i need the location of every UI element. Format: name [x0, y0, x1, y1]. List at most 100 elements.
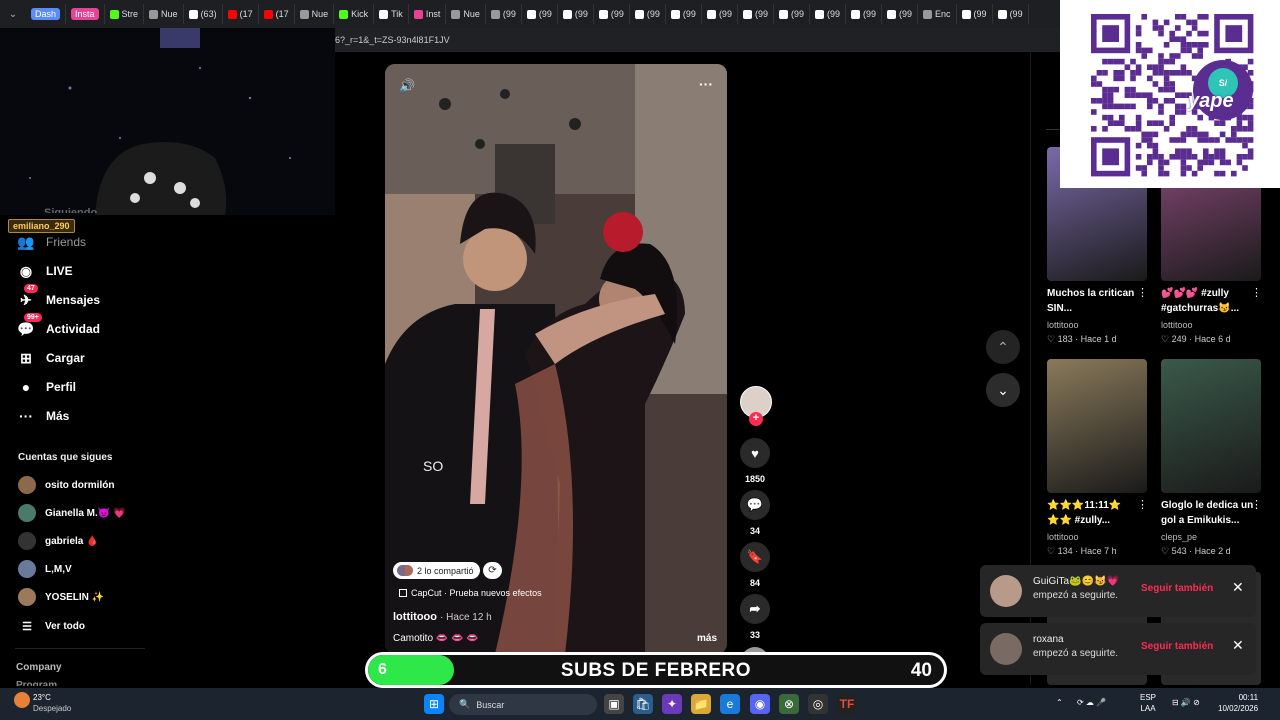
following-account[interactable]: gabriela 🩸 — [18, 532, 99, 550]
file-explorer-icon[interactable]: 📁 — [691, 694, 711, 714]
browser-tab[interactable]: (99 — [486, 4, 522, 24]
following-account[interactable]: osito dormilón — [18, 476, 114, 494]
browser-tab[interactable]: Nue — [295, 4, 335, 24]
kebab-menu-icon[interactable]: ⋮ — [1251, 286, 1262, 299]
recommended-video-thumbnail[interactable] — [1161, 359, 1261, 493]
recommended-video-caption[interactable]: Muchos la critican SIN... — [1047, 286, 1147, 316]
effect-link[interactable]: CapCut · Prueba nuevos efectos — [399, 588, 542, 598]
follow-back-button[interactable]: Seguir también — [1141, 641, 1213, 652]
author-avatar-button[interactable]: + — [740, 386, 772, 426]
tray-chevron-up-icon[interactable]: ⌃ — [1056, 697, 1063, 708]
sidebar-item-actividad[interactable]: 💬 99+ Actividad — [16, 313, 100, 339]
following-account[interactable]: Gianella M.👿 💗 — [18, 504, 125, 522]
follow-back-button[interactable]: Seguir también — [1141, 583, 1213, 594]
kick-icon — [339, 9, 349, 19]
store-icon[interactable]: 🛍 — [633, 694, 653, 714]
recommended-video-caption[interactable]: ⭐⭐⭐11:11⭐ ⭐⭐ #zully... — [1047, 498, 1147, 528]
close-icon[interactable]: ✕ — [1232, 637, 1244, 654]
following-account[interactable]: L,M,V — [18, 560, 72, 578]
tab-list-chevron-icon[interactable]: ⌄ — [0, 9, 26, 20]
program-link[interactable]: Program — [16, 680, 57, 686]
tray-icons[interactable]: ⟳ ☁ 🎤 — [1077, 697, 1106, 708]
browser-tab[interactable]: (99 — [957, 4, 993, 24]
weather-icon[interactable] — [14, 692, 30, 708]
sidebar-item-friends[interactable]: 👥 Friends — [16, 232, 86, 252]
browser-tab[interactable]: (99 — [666, 4, 702, 24]
browser-tab[interactable]: (99 — [738, 4, 774, 24]
browser-tab[interactable]: Dash — [26, 4, 67, 24]
comment-button[interactable]: 💬 34 — [740, 490, 770, 536]
browser-tab[interactable]: Inst — [409, 4, 447, 24]
previous-video-chevron-up-icon[interactable]: ⌃ — [986, 330, 1020, 364]
taskbar-search[interactable]: 🔍 Buscar — [449, 694, 597, 715]
browser-tab[interactable]: Nue — [446, 4, 486, 24]
company-link[interactable]: Company — [16, 662, 62, 673]
browser-tab[interactable]: (99 — [993, 4, 1029, 24]
network-volume-icons[interactable]: ⊟ 🔊 ⊘ — [1172, 697, 1200, 708]
shared-chip[interactable]: 2 lo compartió — [393, 562, 480, 579]
browser-tab[interactable]: (63) — [184, 4, 223, 24]
browser-tab[interactable]: (99 — [630, 4, 666, 24]
browser-tab[interactable]: (99 — [774, 4, 810, 24]
browser-tab[interactable]: Nue — [144, 4, 184, 24]
browser-tab[interactable]: (99 — [558, 4, 594, 24]
browser-tab[interactable]: Tik — [374, 4, 409, 24]
author-name[interactable]: lottitooo — [393, 611, 437, 623]
language-indicator[interactable]: ESP LAA — [1140, 692, 1156, 714]
tikfinity-icon[interactable]: TF — [837, 694, 857, 714]
recommended-video-user[interactable]: lottitooo — [1047, 320, 1079, 330]
kebab-menu-icon[interactable]: ⋮ — [1137, 286, 1148, 299]
volume-icon[interactable]: 🔊 — [399, 78, 415, 94]
sidebar-item-live[interactable]: ◉ LIVE — [16, 261, 73, 281]
browser-tab[interactable]: (99 — [810, 4, 846, 24]
save-button[interactable]: 🔖 84 — [740, 542, 770, 588]
recommended-video-user[interactable]: cleps_pe — [1161, 532, 1197, 542]
follow-plus-icon[interactable]: + — [749, 412, 763, 426]
share-button[interactable]: ➦ 33 — [740, 594, 770, 640]
browser-tab[interactable]: Enc — [918, 4, 957, 24]
more-options-icon[interactable]: ··· — [699, 76, 713, 92]
browser-tab[interactable]: Stre — [105, 4, 145, 24]
xbox-icon[interactable]: ⊗ — [779, 694, 799, 714]
page-icon — [490, 9, 500, 19]
address-bar[interactable]: 6?_r=1&_t=ZS-93n4l81F1JV — [335, 28, 1060, 52]
sidebar-item-mensajes[interactable]: ✈ 47 Mensajes — [16, 284, 100, 310]
browser-tab[interactable]: Insta — [66, 4, 105, 24]
browser-tab[interactable]: (17 — [259, 4, 295, 24]
recommended-video-user[interactable]: lottitooo — [1047, 532, 1079, 542]
browser-tab[interactable]: (99 — [882, 4, 919, 24]
more-caption-link[interactable]: más — [697, 633, 717, 644]
browser-tab[interactable]: Kick — [334, 4, 375, 24]
browser-tab[interactable]: (17 — [223, 4, 259, 24]
yape-qr-code: S/ yape — [1060, 0, 1280, 188]
video-player[interactable]: 🔊 ··· SO 2 lo compartió ⟳ CapCut · Prueb… — [385, 64, 727, 654]
recommended-video-thumbnail[interactable] — [1047, 359, 1147, 493]
task-view-icon[interactable]: ▣ — [604, 694, 624, 714]
like-button[interactable]: ♥ 1850 — [740, 438, 770, 484]
weather-widget[interactable]: 23°C Despejado — [33, 692, 71, 714]
recommended-video-caption[interactable]: 💕💕💕 #zully #gatchurras😼... — [1161, 286, 1261, 316]
next-video-chevron-down-icon[interactable]: ⌄ — [986, 373, 1020, 407]
copilot-icon[interactable]: ✦ — [662, 694, 682, 714]
browser-tab[interactable]: (99 — [594, 4, 630, 24]
sidebar-item-perfil[interactable]: ● Perfil — [16, 377, 76, 397]
kebab-menu-icon[interactable]: ⋮ — [1137, 498, 1148, 511]
see-all-link[interactable]: ☰ Ver todo — [18, 620, 85, 633]
close-icon[interactable]: ✕ — [1232, 579, 1244, 596]
repost-icon[interactable]: ⟳ — [483, 562, 502, 579]
browser-tab[interactable]: (99 — [522, 4, 558, 24]
page-icon — [299, 9, 309, 19]
discord-icon[interactable]: ◉ — [750, 694, 770, 714]
clock[interactable]: 00:11 10/02/2026 — [1218, 692, 1258, 714]
sidebar-item-cargar[interactable]: ⊞ Cargar — [16, 348, 85, 368]
sidebar-item-más[interactable]: ··· Más — [16, 406, 69, 426]
obs-icon[interactable]: ◎ — [808, 694, 828, 714]
kebab-menu-icon[interactable]: ⋮ — [1251, 498, 1262, 511]
browser-tab[interactable]: (99 — [846, 4, 883, 24]
following-account[interactable]: YOSELIN ✨ — [18, 588, 104, 606]
recommended-video-user[interactable]: lottitooo — [1161, 320, 1193, 330]
browser-tab[interactable]: (99 — [702, 4, 738, 24]
windows-start-icon[interactable]: ⊞ — [424, 694, 444, 714]
recommended-video-caption[interactable]: Gloglo le dedica un gol a Emikukis... — [1161, 498, 1261, 528]
edge-icon[interactable]: e — [720, 694, 740, 714]
